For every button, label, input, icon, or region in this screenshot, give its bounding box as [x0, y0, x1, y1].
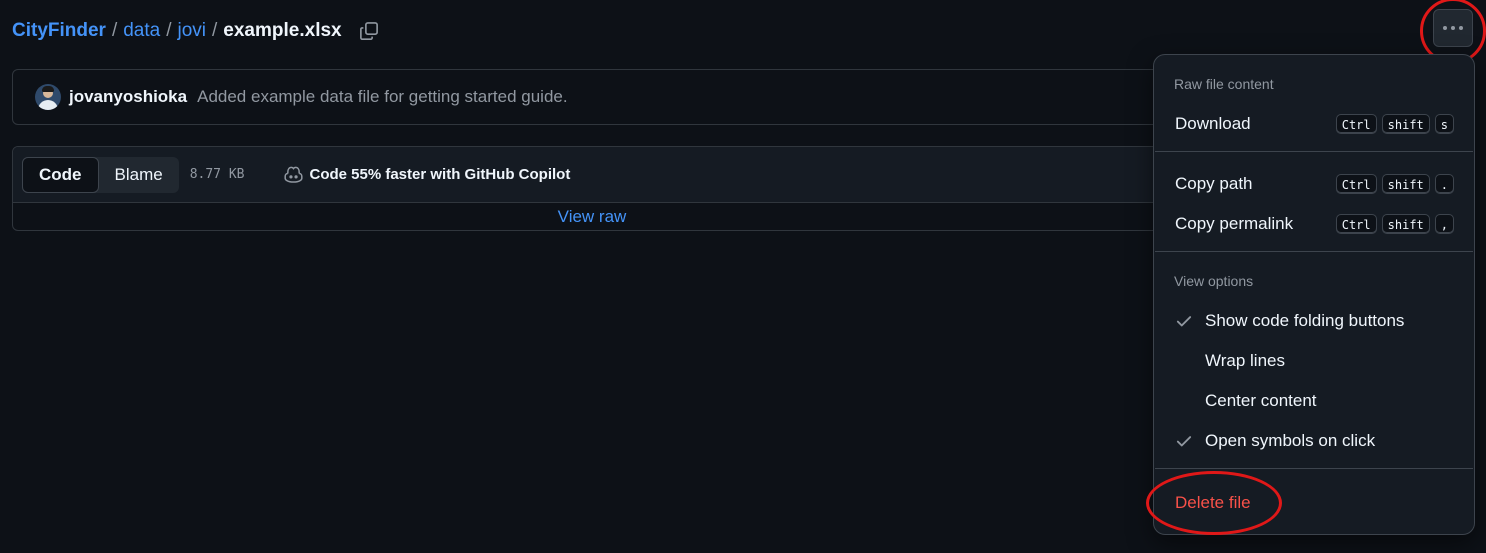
more-file-actions-button[interactable]: [1433, 9, 1473, 47]
menu-divider: [1155, 151, 1473, 152]
key-ctrl: Ctrl: [1335, 174, 1377, 194]
breadcrumb-folder-data-link[interactable]: data: [123, 20, 160, 42]
key-shift: shift: [1381, 174, 1430, 194]
breadcrumb-separator: /: [212, 20, 218, 41]
key-shift: shift: [1381, 114, 1430, 134]
menu-item-copy-path[interactable]: Copy path Ctrl shift .: [1155, 166, 1473, 202]
file-header: Code Blame 8.77 KB Code 55% faster with …: [13, 147, 1211, 203]
menu-item-label: Copy path: [1175, 174, 1253, 193]
key-comma: ,: [1434, 214, 1454, 234]
raw-file-content-heading: Raw file content: [1174, 76, 1274, 92]
tab-code[interactable]: Code: [22, 156, 99, 193]
menu-item-download[interactable]: Download Ctrl shift s: [1155, 106, 1473, 142]
menu-divider: [1155, 468, 1473, 469]
commit-message[interactable]: Added example data file for getting star…: [197, 87, 567, 107]
file-size: 8.77 KB: [189, 167, 245, 182]
breadcrumb-file-name: example.xlsx: [223, 20, 342, 41]
key-ctrl: Ctrl: [1335, 114, 1377, 134]
menu-item-wrap-lines[interactable]: Wrap lines: [1155, 343, 1473, 379]
latest-commit-bar: jovanyoshioka Added example data file fo…: [12, 69, 1212, 125]
breadcrumb-separator: /: [111, 20, 118, 41]
code-blame-toggle: Code Blame: [22, 156, 179, 193]
file-viewer: Code Blame 8.77 KB Code 55% faster with …: [12, 146, 1212, 231]
copilot-icon: [284, 166, 304, 183]
menu-item-delete-file[interactable]: Delete file: [1155, 485, 1473, 521]
view-raw-link[interactable]: View raw: [558, 207, 627, 227]
menu-divider: [1155, 251, 1473, 252]
breadcrumb-folder-jovi-link[interactable]: jovi: [178, 20, 207, 42]
check-icon: [1176, 436, 1192, 447]
kebab-horizontal-icon: [1443, 26, 1463, 30]
menu-item-label: Delete file: [1175, 493, 1251, 512]
file-content: View raw: [13, 203, 1211, 230]
menu-item-label: Center content: [1205, 391, 1317, 410]
keyboard-shortcut: Ctrl shift ,: [1335, 214, 1454, 234]
copilot-promo-link[interactable]: Code 55% faster with GitHub Copilot: [284, 166, 570, 183]
avatar[interactable]: [35, 84, 61, 110]
file-actions-menu: Raw file content Download Ctrl shift s C…: [1153, 54, 1475, 535]
keyboard-shortcut: Ctrl shift s: [1335, 114, 1454, 134]
check-icon: [1176, 316, 1192, 327]
menu-item-label: Download: [1175, 114, 1251, 133]
key-ctrl: Ctrl: [1335, 214, 1377, 234]
commit-author-link[interactable]: jovanyoshioka: [69, 87, 187, 107]
key-shift: shift: [1381, 214, 1430, 234]
copy-path-button[interactable]: [358, 20, 380, 42]
key-s: s: [1434, 114, 1454, 134]
menu-item-label: Wrap lines: [1205, 351, 1285, 370]
key-period: .: [1434, 174, 1454, 194]
menu-item-label: Show code folding buttons: [1205, 311, 1405, 330]
menu-item-show-code-folding[interactable]: Show code folding buttons: [1155, 303, 1473, 339]
keyboard-shortcut: Ctrl shift .: [1335, 174, 1454, 194]
breadcrumb-repo-link[interactable]: CityFinder: [12, 20, 106, 42]
menu-item-label: Copy permalink: [1175, 214, 1294, 233]
tab-blame[interactable]: Blame: [99, 157, 179, 193]
menu-item-copy-permalink[interactable]: Copy permalink Ctrl shift ,: [1155, 206, 1473, 242]
copilot-promo-text: Code 55% faster with GitHub Copilot: [309, 166, 571, 183]
menu-item-open-symbols[interactable]: Open symbols on click: [1155, 423, 1473, 459]
copy-icon: [359, 22, 378, 40]
menu-item-center-content[interactable]: Center content: [1155, 383, 1473, 419]
menu-item-label: Open symbols on click: [1205, 431, 1376, 450]
breadcrumb: CityFinder / data / jovi / example.xlsx: [12, 18, 380, 44]
breadcrumb-separator: /: [166, 20, 172, 41]
view-options-heading: View options: [1174, 273, 1254, 289]
